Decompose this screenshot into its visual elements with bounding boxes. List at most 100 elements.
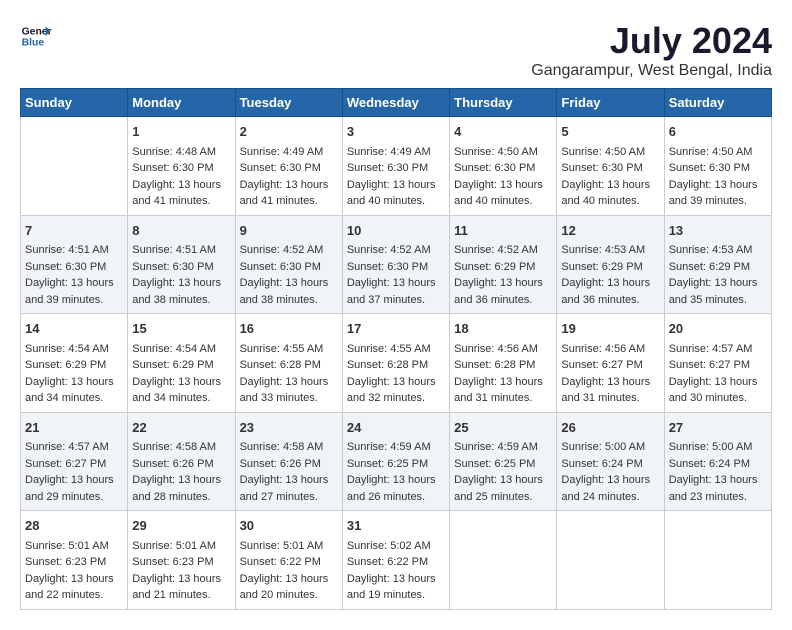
day-number: 5	[561, 122, 659, 142]
day-info: Sunrise: 5:01 AM Sunset: 6:22 PM Dayligh…	[240, 538, 338, 604]
calendar-week-row: 21Sunrise: 4:57 AM Sunset: 6:27 PM Dayli…	[21, 412, 772, 511]
day-info: Sunrise: 4:50 AM Sunset: 6:30 PM Dayligh…	[669, 144, 767, 210]
day-info: Sunrise: 4:52 AM Sunset: 6:29 PM Dayligh…	[454, 242, 552, 308]
calendar-cell: 26Sunrise: 5:00 AM Sunset: 6:24 PM Dayli…	[557, 412, 664, 511]
day-info: Sunrise: 4:49 AM Sunset: 6:30 PM Dayligh…	[240, 144, 338, 210]
calendar-cell: 29Sunrise: 5:01 AM Sunset: 6:23 PM Dayli…	[128, 511, 235, 610]
logo-icon: General Blue	[20, 20, 52, 52]
day-number: 2	[240, 122, 338, 142]
day-number: 10	[347, 221, 445, 241]
calendar-cell: 8Sunrise: 4:51 AM Sunset: 6:30 PM Daylig…	[128, 215, 235, 314]
calendar-cell: 25Sunrise: 4:59 AM Sunset: 6:25 PM Dayli…	[450, 412, 557, 511]
calendar-cell: 21Sunrise: 4:57 AM Sunset: 6:27 PM Dayli…	[21, 412, 128, 511]
day-info: Sunrise: 4:52 AM Sunset: 6:30 PM Dayligh…	[347, 242, 445, 308]
day-info: Sunrise: 5:02 AM Sunset: 6:22 PM Dayligh…	[347, 538, 445, 604]
header-sunday: Sunday	[21, 89, 128, 117]
day-number: 8	[132, 221, 230, 241]
day-info: Sunrise: 4:56 AM Sunset: 6:27 PM Dayligh…	[561, 341, 659, 407]
day-info: Sunrise: 4:53 AM Sunset: 6:29 PM Dayligh…	[561, 242, 659, 308]
header-friday: Friday	[557, 89, 664, 117]
calendar-cell: 6Sunrise: 4:50 AM Sunset: 6:30 PM Daylig…	[664, 117, 771, 216]
day-info: Sunrise: 4:50 AM Sunset: 6:30 PM Dayligh…	[561, 144, 659, 210]
day-number: 25	[454, 418, 552, 438]
day-info: Sunrise: 4:59 AM Sunset: 6:25 PM Dayligh…	[454, 439, 552, 505]
title-block: July 2024 Gangarampur, West Bengal, Indi…	[531, 20, 772, 80]
day-number: 11	[454, 221, 552, 241]
day-info: Sunrise: 5:01 AM Sunset: 6:23 PM Dayligh…	[25, 538, 123, 604]
day-info: Sunrise: 4:50 AM Sunset: 6:30 PM Dayligh…	[454, 144, 552, 210]
day-number: 18	[454, 319, 552, 339]
calendar-cell: 5Sunrise: 4:50 AM Sunset: 6:30 PM Daylig…	[557, 117, 664, 216]
page-header: General Blue July 2024 Gangarampur, West…	[20, 20, 772, 80]
day-number: 31	[347, 516, 445, 536]
day-number: 6	[669, 122, 767, 142]
calendar-cell	[664, 511, 771, 610]
day-number: 20	[669, 319, 767, 339]
day-number: 29	[132, 516, 230, 536]
header-monday: Monday	[128, 89, 235, 117]
calendar-week-row: 14Sunrise: 4:54 AM Sunset: 6:29 PM Dayli…	[21, 314, 772, 413]
day-info: Sunrise: 4:49 AM Sunset: 6:30 PM Dayligh…	[347, 144, 445, 210]
day-info: Sunrise: 4:59 AM Sunset: 6:25 PM Dayligh…	[347, 439, 445, 505]
calendar-cell: 4Sunrise: 4:50 AM Sunset: 6:30 PM Daylig…	[450, 117, 557, 216]
day-info: Sunrise: 4:54 AM Sunset: 6:29 PM Dayligh…	[25, 341, 123, 407]
day-number: 7	[25, 221, 123, 241]
calendar-cell: 3Sunrise: 4:49 AM Sunset: 6:30 PM Daylig…	[342, 117, 449, 216]
calendar-week-row: 7Sunrise: 4:51 AM Sunset: 6:30 PM Daylig…	[21, 215, 772, 314]
calendar-cell: 27Sunrise: 5:00 AM Sunset: 6:24 PM Dayli…	[664, 412, 771, 511]
day-number: 15	[132, 319, 230, 339]
day-number: 23	[240, 418, 338, 438]
day-info: Sunrise: 4:56 AM Sunset: 6:28 PM Dayligh…	[454, 341, 552, 407]
day-number: 17	[347, 319, 445, 339]
calendar-cell: 1Sunrise: 4:48 AM Sunset: 6:30 PM Daylig…	[128, 117, 235, 216]
calendar-cell: 19Sunrise: 4:56 AM Sunset: 6:27 PM Dayli…	[557, 314, 664, 413]
day-info: Sunrise: 4:51 AM Sunset: 6:30 PM Dayligh…	[132, 242, 230, 308]
calendar-cell: 20Sunrise: 4:57 AM Sunset: 6:27 PM Dayli…	[664, 314, 771, 413]
day-number: 27	[669, 418, 767, 438]
calendar-week-row: 28Sunrise: 5:01 AM Sunset: 6:23 PM Dayli…	[21, 511, 772, 610]
calendar-cell	[21, 117, 128, 216]
day-info: Sunrise: 4:55 AM Sunset: 6:28 PM Dayligh…	[240, 341, 338, 407]
calendar-cell: 31Sunrise: 5:02 AM Sunset: 6:22 PM Dayli…	[342, 511, 449, 610]
day-info: Sunrise: 4:51 AM Sunset: 6:30 PM Dayligh…	[25, 242, 123, 308]
day-number: 9	[240, 221, 338, 241]
day-number: 19	[561, 319, 659, 339]
logo: General Blue	[20, 20, 52, 52]
calendar-cell: 14Sunrise: 4:54 AM Sunset: 6:29 PM Dayli…	[21, 314, 128, 413]
calendar-cell: 22Sunrise: 4:58 AM Sunset: 6:26 PM Dayli…	[128, 412, 235, 511]
day-info: Sunrise: 4:57 AM Sunset: 6:27 PM Dayligh…	[25, 439, 123, 505]
day-info: Sunrise: 4:52 AM Sunset: 6:30 PM Dayligh…	[240, 242, 338, 308]
calendar-cell: 11Sunrise: 4:52 AM Sunset: 6:29 PM Dayli…	[450, 215, 557, 314]
day-number: 3	[347, 122, 445, 142]
calendar-cell: 18Sunrise: 4:56 AM Sunset: 6:28 PM Dayli…	[450, 314, 557, 413]
calendar-cell	[557, 511, 664, 610]
day-number: 4	[454, 122, 552, 142]
calendar-cell: 16Sunrise: 4:55 AM Sunset: 6:28 PM Dayli…	[235, 314, 342, 413]
calendar-cell: 28Sunrise: 5:01 AM Sunset: 6:23 PM Dayli…	[21, 511, 128, 610]
calendar-cell	[450, 511, 557, 610]
day-number: 16	[240, 319, 338, 339]
day-number: 30	[240, 516, 338, 536]
day-number: 28	[25, 516, 123, 536]
day-info: Sunrise: 4:58 AM Sunset: 6:26 PM Dayligh…	[240, 439, 338, 505]
calendar-cell: 10Sunrise: 4:52 AM Sunset: 6:30 PM Dayli…	[342, 215, 449, 314]
calendar-table: SundayMondayTuesdayWednesdayThursdayFrid…	[20, 88, 772, 610]
day-info: Sunrise: 5:01 AM Sunset: 6:23 PM Dayligh…	[132, 538, 230, 604]
calendar-cell: 7Sunrise: 4:51 AM Sunset: 6:30 PM Daylig…	[21, 215, 128, 314]
calendar-cell: 23Sunrise: 4:58 AM Sunset: 6:26 PM Dayli…	[235, 412, 342, 511]
day-info: Sunrise: 5:00 AM Sunset: 6:24 PM Dayligh…	[561, 439, 659, 505]
day-info: Sunrise: 5:00 AM Sunset: 6:24 PM Dayligh…	[669, 439, 767, 505]
subtitle: Gangarampur, West Bengal, India	[531, 62, 772, 80]
day-info: Sunrise: 4:57 AM Sunset: 6:27 PM Dayligh…	[669, 341, 767, 407]
day-number: 24	[347, 418, 445, 438]
day-number: 26	[561, 418, 659, 438]
calendar-header-row: SundayMondayTuesdayWednesdayThursdayFrid…	[21, 89, 772, 117]
day-info: Sunrise: 4:54 AM Sunset: 6:29 PM Dayligh…	[132, 341, 230, 407]
header-wednesday: Wednesday	[342, 89, 449, 117]
day-number: 22	[132, 418, 230, 438]
day-info: Sunrise: 4:53 AM Sunset: 6:29 PM Dayligh…	[669, 242, 767, 308]
svg-text:Blue: Blue	[22, 38, 45, 49]
calendar-cell: 13Sunrise: 4:53 AM Sunset: 6:29 PM Dayli…	[664, 215, 771, 314]
calendar-cell: 15Sunrise: 4:54 AM Sunset: 6:29 PM Dayli…	[128, 314, 235, 413]
day-info: Sunrise: 4:55 AM Sunset: 6:28 PM Dayligh…	[347, 341, 445, 407]
